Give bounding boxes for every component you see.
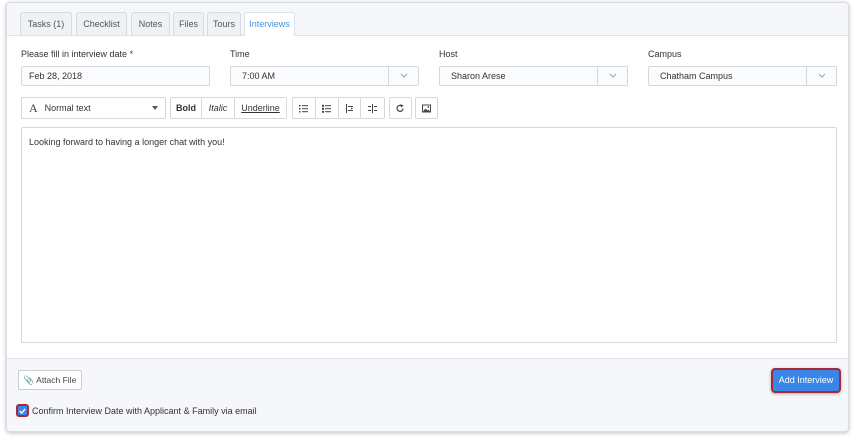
- add-interview-button[interactable]: Add Interview: [771, 368, 841, 393]
- host-value: Sharon Arese: [451, 71, 506, 81]
- host-label: Host: [439, 49, 458, 59]
- editor-text: Looking forward to having a longer chat …: [29, 137, 225, 147]
- campus-label: Campus: [648, 49, 682, 59]
- outdent-button[interactable]: [339, 98, 362, 118]
- numbered-list-icon: [322, 104, 332, 113]
- tab-checklist[interactable]: Checklist: [76, 12, 127, 35]
- required-mark: *: [129, 49, 134, 59]
- time-value: 7:00 AM: [242, 71, 276, 81]
- tab-tasks[interactable]: Tasks (1): [20, 12, 72, 35]
- attach-file-button[interactable]: 📎 Attach File: [18, 370, 82, 390]
- interview-panel: Tasks (1) Checklist Notes Files Tours In…: [6, 2, 849, 432]
- confirm-email-row: Confirm Interview Date with Applicant & …: [16, 404, 257, 417]
- redo-button[interactable]: [390, 98, 411, 118]
- panel-footer: 📎 Attach File Add Interview Confirm Inte…: [7, 358, 848, 431]
- text-style-icon: A: [29, 100, 38, 115]
- date-value: Feb 28, 2018: [29, 71, 83, 81]
- list-button-group: [292, 97, 385, 119]
- tab-interviews[interactable]: Interviews: [244, 12, 295, 36]
- chevron-down-icon: [597, 67, 627, 85]
- outdent-icon: [345, 103, 353, 113]
- date-label: Please fill in interview date *: [21, 49, 133, 59]
- confirm-email-label: Confirm Interview Date with Applicant & …: [32, 405, 257, 416]
- bold-button[interactable]: Bold: [171, 98, 202, 118]
- interview-date-input[interactable]: Feb 28, 2018: [21, 66, 210, 86]
- confirm-email-checkbox[interactable]: [16, 404, 29, 417]
- campus-value: Chatham Campus: [660, 71, 733, 81]
- time-select[interactable]: 7:00 AM: [230, 66, 419, 86]
- chevron-down-icon: [806, 67, 836, 85]
- tab-bar: Tasks (1) Checklist Notes Files Tours In…: [7, 3, 848, 36]
- host-select[interactable]: Sharon Arese: [439, 66, 628, 86]
- caret-down-icon: [152, 106, 158, 110]
- bullet-list-button[interactable]: [293, 98, 316, 118]
- underline-button[interactable]: Underline: [235, 98, 286, 118]
- image-button-group: [415, 97, 438, 119]
- checkmark-icon: [19, 407, 26, 414]
- format-button-group: Bold Italic Underline: [170, 97, 287, 119]
- bullet-list-icon: [299, 104, 309, 112]
- redo-button-group: [389, 97, 412, 119]
- indent-button[interactable]: [361, 98, 384, 118]
- tab-tours[interactable]: Tours: [207, 12, 241, 35]
- numbered-list-button[interactable]: [316, 98, 339, 118]
- tab-notes[interactable]: Notes: [131, 12, 170, 35]
- insert-image-button[interactable]: [416, 98, 437, 118]
- tab-files[interactable]: Files: [173, 12, 204, 35]
- time-label: Time: [230, 49, 250, 59]
- text-style-dropdown[interactable]: A Normal text: [21, 97, 166, 119]
- indent-icon: [368, 103, 378, 113]
- redo-icon: [396, 103, 404, 112]
- chevron-down-icon: [388, 67, 418, 85]
- interview-notes-editor[interactable]: Looking forward to having a longer chat …: [21, 127, 837, 343]
- italic-button[interactable]: Italic: [202, 98, 235, 118]
- image-icon: [422, 104, 431, 112]
- campus-select[interactable]: Chatham Campus: [648, 66, 837, 86]
- date-label-text: Please fill in interview date: [21, 49, 128, 59]
- text-style-value: Normal text: [44, 103, 91, 113]
